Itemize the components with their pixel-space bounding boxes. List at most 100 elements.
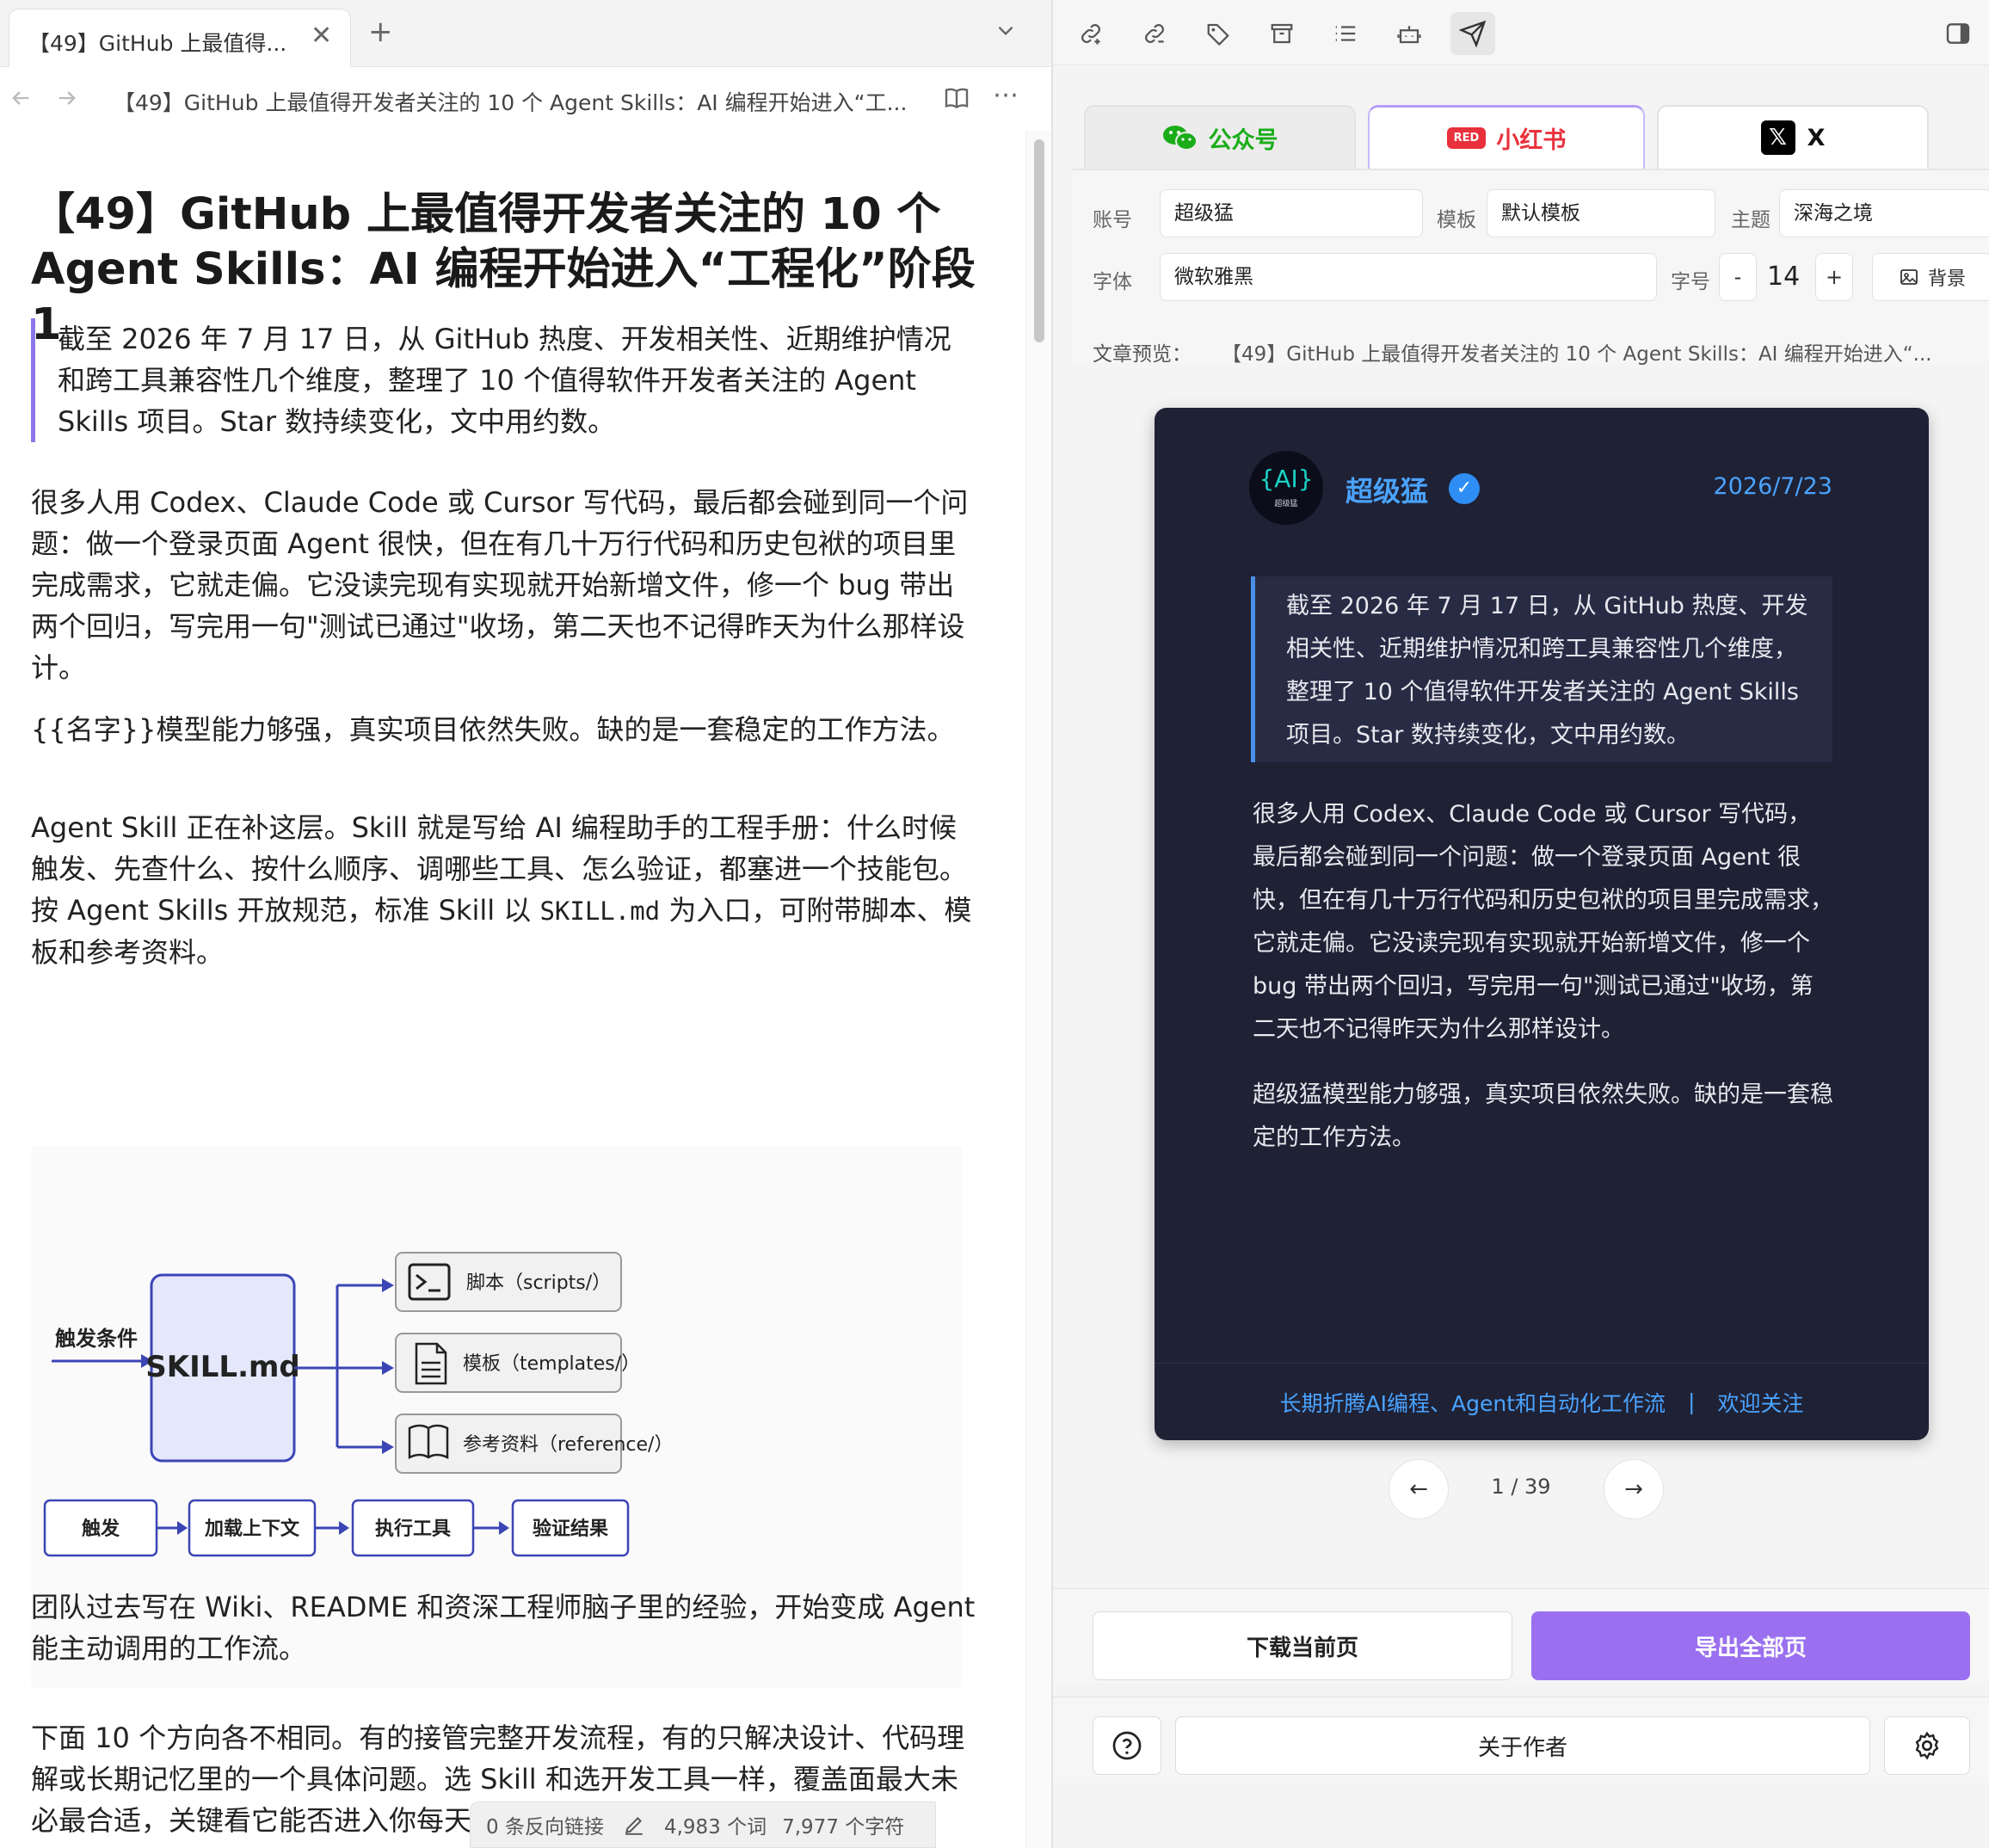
red-badge-icon: RED [1446,127,1487,149]
panel-toolbar [1053,0,1989,65]
theme-label: 主题 [1731,209,1770,231]
word-count: 4,983 个词 [663,1816,767,1839]
help-button[interactable] [1093,1716,1161,1775]
platform-tabs: 公众号 RED 小红书 𝕏 X [1053,67,1989,169]
link-add-icon[interactable] [1068,12,1113,55]
background-label: 背景 [1927,268,1966,290]
tab-x[interactable]: 𝕏 X [1657,105,1929,169]
char-count: 7,977 个字符 [782,1816,905,1839]
wechat-icon [1162,126,1198,151]
tab-xiaohongshu-label: 小红书 [1496,127,1567,154]
background-button[interactable]: 背景 [1872,253,1989,301]
font-label: 字体 [1093,271,1132,293]
avatar-subtext: 超级猛 [1274,498,1297,508]
preview-label: 文章预览： [1093,343,1192,366]
flow-step-label: 加载上下文 [204,1518,300,1540]
reading-mode-icon[interactable] [943,84,970,117]
x-logo-icon: 𝕏 [1760,120,1795,155]
inline-code: SKILL.md [539,896,661,926]
sidebar-toggle-icon[interactable] [1936,12,1980,55]
font-size-label: 字号 [1671,271,1710,293]
tag-icon[interactable] [1196,12,1241,55]
flow-step-label: 验证结果 [533,1518,608,1540]
robot-icon[interactable] [1387,12,1432,55]
backlinks-count[interactable]: 0 条反向链接 [486,1810,604,1839]
list-icon[interactable] [1323,12,1368,55]
edit-pencil-icon[interactable] [623,1814,645,1836]
paragraph-2: {{名字}}模型能力够强，真实项目依然失败。缺的是一套稳定的工作方法。 [31,713,955,746]
nav-bar: 【49】GitHub 上最值得开发者关注的 10 个 Agent Skills：… [0,67,1051,131]
prev-page-button[interactable]: ← [1389,1459,1449,1519]
tab-wechat-label: 公众号 [1208,126,1278,154]
tab-document[interactable]: 【49】GitHub 上最值得... ✕ [9,9,351,67]
font-size-decrease-button[interactable]: - [1719,253,1757,301]
theme-select[interactable]: 深海之境 [1779,189,1989,237]
settings-button[interactable] [1884,1716,1970,1775]
diagram-trigger-label: 触发条件 [55,1327,138,1351]
back-arrow-icon[interactable] [9,86,33,115]
new-tab-icon[interactable]: + [368,17,393,46]
card-blockquote: 截至 2026 年 7 月 17 日，从 GitHub 热度、开发相关性、近期维… [1251,576,1832,762]
paragraph-4: 团队过去写在 Wiki、README 和资深工程师脑子里的经验，开始变成 Age… [31,1591,976,1665]
send-icon[interactable] [1450,12,1495,55]
close-tab-icon[interactable]: ✕ [311,23,332,49]
about-author-button[interactable]: 关于作者 [1175,1716,1870,1775]
scrollbar-thumb[interactable] [1034,139,1044,342]
tab-x-label: X [1807,124,1826,151]
reference-label: 参考资料（reference/） [463,1434,673,1456]
avatar: {AI} 超级猛 [1249,451,1323,525]
archive-icon[interactable] [1259,12,1304,55]
scrollbar-track[interactable] [1025,131,1051,1848]
image-icon [1900,269,1918,285]
font-size-value: 14 [1767,262,1801,292]
flow-arrowhead [177,1521,188,1535]
pagination: 1 / 39 ← → [1072,1459,1970,1528]
author-name: 超级猛 [1346,475,1429,508]
font-size-increase-button[interactable]: + [1815,253,1853,301]
avatar-logo-text: {AI} [1259,465,1313,493]
export-actions: 下载当前页 导出全部页 [1053,1588,1989,1683]
paragraph-1: 很多人用 Codex、Claude Code 或 Cursor 写代码，最后都会… [31,486,969,684]
template-select[interactable]: 默认模板 [1487,189,1715,237]
arrowhead-scripts [382,1278,394,1292]
post-date: 2026/7/23 [1713,473,1832,500]
arrowhead-reference [382,1440,394,1454]
scripts-label: 脚本（scripts/） [466,1272,611,1294]
tab-bar: 【49】GitHub 上最值得... ✕ + [0,0,1051,67]
verified-badge-icon: ✓ [1449,473,1480,504]
paragraph-3: Agent Skill 正在补这层。Skill 就是写给 AI 编程助手的工程手… [31,807,977,973]
export-all-button[interactable]: 导出全部页 [1531,1611,1970,1680]
skill-md-label: SKILL.md [145,1350,300,1384]
account-select[interactable]: 超级猛 [1160,189,1423,237]
templates-label: 模板（templates/） [463,1353,640,1375]
chevron-down-icon[interactable] [995,19,1017,46]
forward-arrow-icon[interactable] [55,86,79,115]
font-select[interactable]: 微软雅黑 [1160,253,1657,301]
footer-follow: 欢迎关注 [1717,1390,1804,1416]
flow-step-label: 执行工具 [375,1518,451,1540]
preview-stage: {AI} 超级猛 超级猛 ✓ 2026/7/23 截至 2026 年 7 月 1… [1072,367,1970,1588]
more-options-icon[interactable]: ⋯ [993,83,1019,108]
flow-step-label: 触发 [82,1518,120,1540]
tab-wechat[interactable]: 公众号 [1084,105,1356,169]
template-label: 模板 [1437,209,1476,231]
gear-icon [1915,1731,1939,1760]
status-bar: 0 条反向链接 4,983 个词 7,977 个字符 [470,1802,936,1848]
tab-xiaohongshu[interactable]: RED 小红书 [1368,105,1645,169]
footer-separator: | [1688,1389,1696,1414]
settings-form: 账号 超级猛 模板 默认模板 主题 深海之境 字体 微软雅黑 字号 - 14 +… [1072,169,1989,363]
publish-panel: 公众号 RED 小红书 𝕏 X 账号 超级猛 模板 默认模板 主题 深海之境 字… [1053,0,1989,1848]
breadcrumb: 【49】GitHub 上最值得开发者关注的 10 个 Agent Skills：… [114,90,905,115]
arrowhead-templates [382,1361,394,1375]
account-label: 账号 [1093,209,1132,231]
link-remove-icon[interactable] [1132,12,1177,55]
card-paragraph-1: 很多人用 Codex、Claude Code 或 Cursor 写代码，最后都会… [1253,801,1833,1043]
help-icon [1112,1731,1142,1760]
card-footer: 长期折腾AI编程、Agent和自动化工作流 | 欢迎关注 [1155,1363,1929,1440]
editor-pane: 【49】GitHub 上最值得... ✕ + 【49】GitHub 上最值得开发… [0,0,1051,1848]
preview-card: {AI} 超级猛 超级猛 ✓ 2026/7/23 截至 2026 年 7 月 1… [1155,408,1929,1440]
download-current-button[interactable]: 下载当前页 [1093,1611,1512,1680]
card-paragraph-2: 超级猛模型能力够强，真实项目依然失败。缺的是一套稳定的工作方法。 [1253,1081,1833,1151]
flow-arrowhead [499,1521,509,1535]
next-page-button[interactable]: → [1604,1459,1664,1519]
